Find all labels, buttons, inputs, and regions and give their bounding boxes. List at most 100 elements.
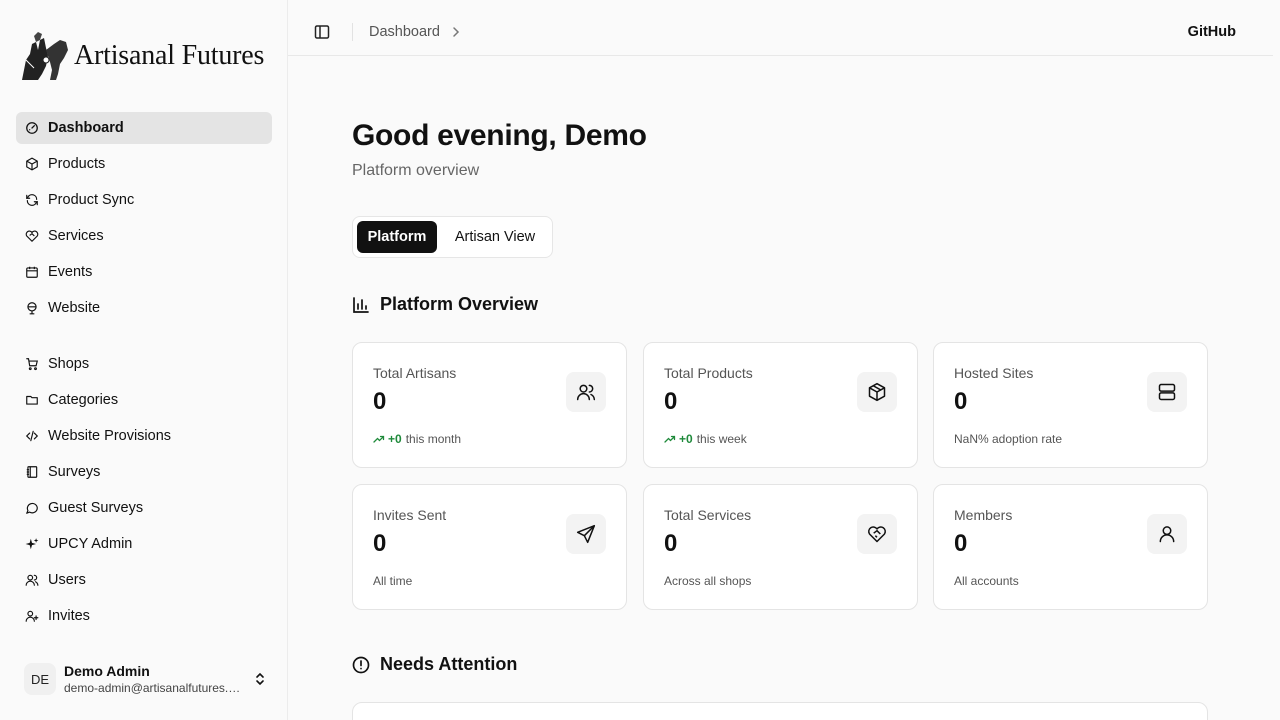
stat-label: Total Services [664, 507, 752, 523]
stat-value: 0 [664, 530, 678, 557]
stat-label: Total Products [664, 365, 753, 381]
calendar-icon [25, 265, 39, 279]
send-icon [566, 514, 606, 554]
stat-foot: All accounts [954, 574, 1019, 588]
trend-up: +0 [373, 432, 402, 446]
breadcrumb[interactable]: Dashboard [369, 24, 440, 40]
sidebar-item-label: Website Provisions [48, 428, 172, 444]
sidebar-item-website[interactable]: Website [16, 292, 272, 324]
app-logo[interactable]: Artisanal Futures [16, 30, 264, 82]
stat-label: Total Artisans [373, 365, 457, 381]
stat-card-total-products: Total Products 0 +0 this week [643, 342, 918, 468]
stat-label: Invites Sent [373, 507, 447, 523]
stat-label: Members [954, 507, 1013, 523]
notebook-icon [25, 465, 39, 479]
stat-card-total-artisans: Total Artisans 0 +0 this month [352, 342, 627, 468]
stat-card-total-services: Total Services 0 Across all shops [643, 484, 918, 610]
alert-circle-icon [352, 656, 370, 673]
sidebar-item-upcy-admin[interactable]: UPCY Admin [16, 528, 272, 560]
bar-chart-icon [353, 296, 369, 313]
sidebar-item-label: Shops [48, 356, 90, 372]
sidebar: Artisanal Futures Dashboard Products Pro… [0, 0, 288, 720]
stat-card-invites-sent: Invites Sent 0 All time [352, 484, 627, 610]
code-icon [25, 429, 39, 443]
users-icon [566, 372, 606, 412]
stat-foot: Across all shops [664, 574, 752, 588]
stat-foot: +0 this month [373, 432, 461, 446]
users-icon [25, 573, 39, 587]
trend-up-icon [664, 435, 676, 443]
sidebar-nav: Dashboard Products Product Sync Services… [16, 112, 272, 636]
gauge-icon [25, 121, 39, 135]
sidebar-item-surveys[interactable]: Surveys [16, 456, 272, 488]
refresh-icon [25, 193, 39, 207]
globe-icon [25, 301, 39, 315]
sidebar-item-services[interactable]: Services [16, 220, 272, 252]
trend-value: +0 [679, 432, 693, 446]
user-icon [1147, 514, 1187, 554]
sidebar-item-shops[interactable]: Shops [16, 348, 272, 380]
stat-value: 0 [373, 530, 387, 557]
sidebar-item-label: Guest Surveys [48, 500, 144, 516]
folder-icon [25, 393, 39, 407]
sidebar-item-label: Categories [48, 392, 119, 408]
github-link[interactable]: GitHub [1188, 24, 1236, 40]
top-bar: Dashboard GitHub [288, 0, 1273, 56]
stat-foot-text: this week [696, 432, 747, 446]
stat-value: 0 [373, 388, 387, 415]
stat-value: 0 [954, 530, 968, 557]
sidebar-item-label: Users [48, 572, 86, 588]
chevron-right-icon [453, 27, 460, 37]
sidebar-item-guest-surveys[interactable]: Guest Surveys [16, 492, 272, 524]
stat-foot: +0 this week [664, 432, 747, 446]
stat-card-members: Members 0 All accounts [933, 484, 1208, 610]
box-icon [857, 372, 897, 412]
sidebar-item-label: Products [48, 156, 106, 172]
trend-up-icon [373, 435, 385, 443]
page-subtitle: Platform overview [352, 162, 480, 179]
sidebar-item-users[interactable]: Users [16, 564, 272, 596]
sidebar-item-invites[interactable]: Invites [16, 600, 272, 632]
sidebar-item-label: Events [48, 264, 93, 280]
stat-value: 0 [954, 388, 968, 415]
attention-card [352, 702, 1208, 720]
sidebar-item-label: Dashboard [48, 120, 124, 136]
store-icon [25, 357, 39, 371]
stat-foot: NaN% adoption rate [954, 432, 1063, 446]
user-menu[interactable]: DE Demo Admin demo-admin@artisanalfuture… [24, 660, 272, 698]
avatar: DE [24, 663, 56, 695]
server-icon [1147, 372, 1187, 412]
platform-overview-heading: Platform Overview [352, 294, 538, 315]
needs-attention-heading: Needs Attention [352, 654, 517, 675]
sidebar-item-products[interactable]: Products [16, 148, 272, 180]
section-title-text: Needs Attention [380, 654, 518, 674]
sidebar-item-categories[interactable]: Categories [16, 384, 272, 416]
sidebar-toggle-icon[interactable] [314, 24, 330, 40]
user-plus-icon [25, 609, 39, 623]
stat-label: Hosted Sites [954, 365, 1034, 381]
sidebar-item-product-sync[interactable]: Product Sync [16, 184, 272, 216]
user-name: Demo Admin [64, 663, 150, 679]
sidebar-item-label: Services [48, 228, 104, 244]
view-toggle: Platform Artisan View [352, 216, 553, 258]
sidebar-item-label: Surveys [48, 464, 101, 480]
sidebar-item-dashboard[interactable]: Dashboard [16, 112, 272, 144]
page-title: Good evening, Demo [352, 119, 647, 152]
stat-value: 0 [664, 388, 678, 415]
sidebar-item-label: Invites [48, 608, 90, 624]
trend-value: +0 [388, 432, 402, 446]
artisan-view-button[interactable]: Artisan View [445, 221, 545, 253]
sidebar-item-events[interactable]: Events [16, 256, 272, 288]
sidebar-item-website-provisions[interactable]: Website Provisions [16, 420, 272, 452]
heart-handshake-icon [25, 229, 39, 243]
message-circle-icon [25, 501, 39, 515]
box-icon [25, 157, 39, 171]
main-content: Dashboard GitHub Good evening, Demo Plat… [288, 0, 1280, 720]
section-title-text: Platform Overview [380, 294, 539, 314]
platform-view-button[interactable]: Platform [357, 221, 437, 253]
sidebar-item-label: Website [48, 300, 101, 316]
sidebar-item-label: Product Sync [48, 192, 135, 208]
stat-foot: All time [373, 574, 413, 588]
sparkles-icon [25, 537, 39, 551]
app-name: Artisanal Futures [74, 40, 265, 71]
